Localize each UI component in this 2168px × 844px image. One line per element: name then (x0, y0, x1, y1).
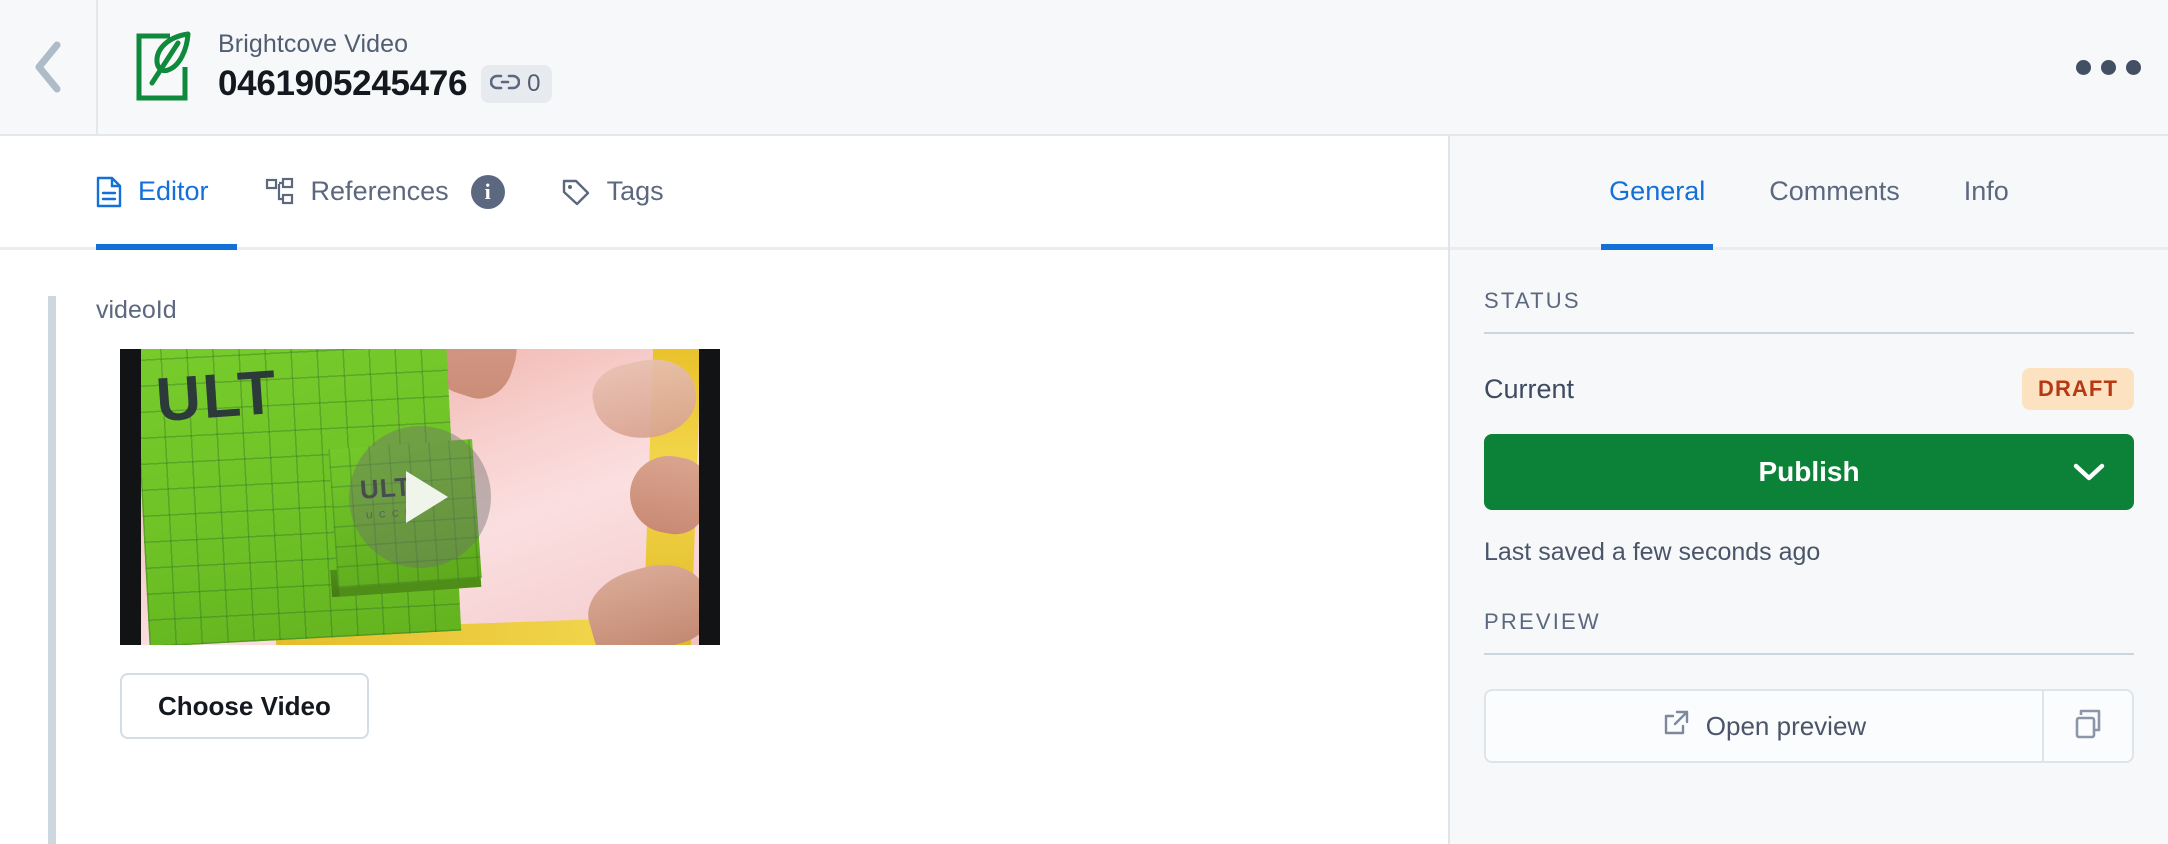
tab-general[interactable]: General (1577, 136, 1737, 250)
publish-button-label: Publish (1758, 456, 1860, 487)
link-icon (489, 70, 521, 98)
info-circle-icon[interactable]: i (470, 174, 505, 209)
sitemap-icon (265, 177, 295, 207)
inspector-pane: General Comments Info STATUS Current DRA… (1450, 136, 2168, 844)
external-link-icon (1662, 709, 1690, 744)
inspector-content: STATUS Current DRAFT Publish Last saved … (1450, 250, 2168, 844)
editor-tab-bar: Editor References i Tags (0, 136, 1448, 250)
tab-tags-label: Tags (606, 176, 664, 206)
tab-editor-label: Editor (138, 176, 209, 206)
preview-actions: Open preview (1484, 689, 2134, 763)
reference-count-value: 0 (527, 69, 541, 97)
app-root: Brightcove Video 0461905245476 0 Editor … (0, 0, 2168, 844)
choose-video-button[interactable]: Choose Video (120, 673, 369, 739)
tab-tags[interactable]: Tags (533, 136, 692, 247)
open-preview-button[interactable]: Open preview (1484, 689, 2042, 763)
document-title-block: Brightcove Video 0461905245476 0 (218, 29, 552, 104)
top-bar: Brightcove Video 0461905245476 0 (0, 0, 2168, 136)
tab-comments[interactable]: Comments (1737, 136, 1932, 247)
document-id: 0461905245476 (218, 63, 468, 103)
status-badge: DRAFT (2021, 368, 2134, 410)
open-preview-label: Open preview (1705, 710, 1867, 741)
inspector-tab-bar: General Comments Info (1450, 136, 2168, 250)
publish-button[interactable]: Publish (1484, 434, 2134, 510)
last-saved-text: Last saved a few seconds ago (1484, 538, 1821, 566)
ellipsis-horizontal-icon (2075, 59, 2141, 75)
reference-count-badge[interactable]: 0 (481, 64, 552, 103)
document-icon (96, 176, 122, 208)
document-type-label: Brightcove Video (218, 30, 409, 59)
tab-references[interactable]: References i (237, 136, 533, 247)
play-button-icon[interactable] (349, 426, 491, 568)
preview-section-title: PREVIEW (1484, 609, 2134, 655)
more-options-button[interactable] (2048, 0, 2168, 134)
tab-editor[interactable]: Editor (96, 136, 237, 250)
back-button[interactable] (0, 0, 98, 134)
field-label-videoid: videoId (96, 296, 177, 324)
document-id-row: 0461905245476 0 (218, 63, 552, 105)
tag-icon (561, 177, 591, 207)
copy-icon (2073, 708, 2103, 745)
videoid-field-group: videoId ULT ULT U C C I Choose Video (48, 296, 1448, 844)
document-leaf-logo (130, 30, 196, 104)
current-status-label: Current (1484, 373, 1575, 404)
video-preview-thumbnail[interactable]: ULT ULT U C C I (120, 349, 720, 645)
current-status-row: Current DRAFT (1484, 368, 2134, 410)
document-identity: Brightcove Video 0461905245476 0 (98, 0, 2048, 134)
body-split: Editor References i Tags videoId ULT ULT… (0, 136, 2168, 844)
tab-references-label: References (310, 176, 449, 206)
video-text-large: ULT (153, 357, 281, 435)
chevron-left-icon (31, 39, 65, 95)
chevron-down-icon[interactable] (2072, 461, 2106, 483)
status-section-title: STATUS (1484, 288, 2134, 334)
copy-preview-link-button[interactable] (2042, 689, 2134, 763)
editor-pane: Editor References i Tags videoId ULT ULT… (0, 136, 1450, 844)
editor-content: videoId ULT ULT U C C I Choose Video (0, 250, 1448, 844)
tab-info[interactable]: Info (1932, 136, 2041, 247)
